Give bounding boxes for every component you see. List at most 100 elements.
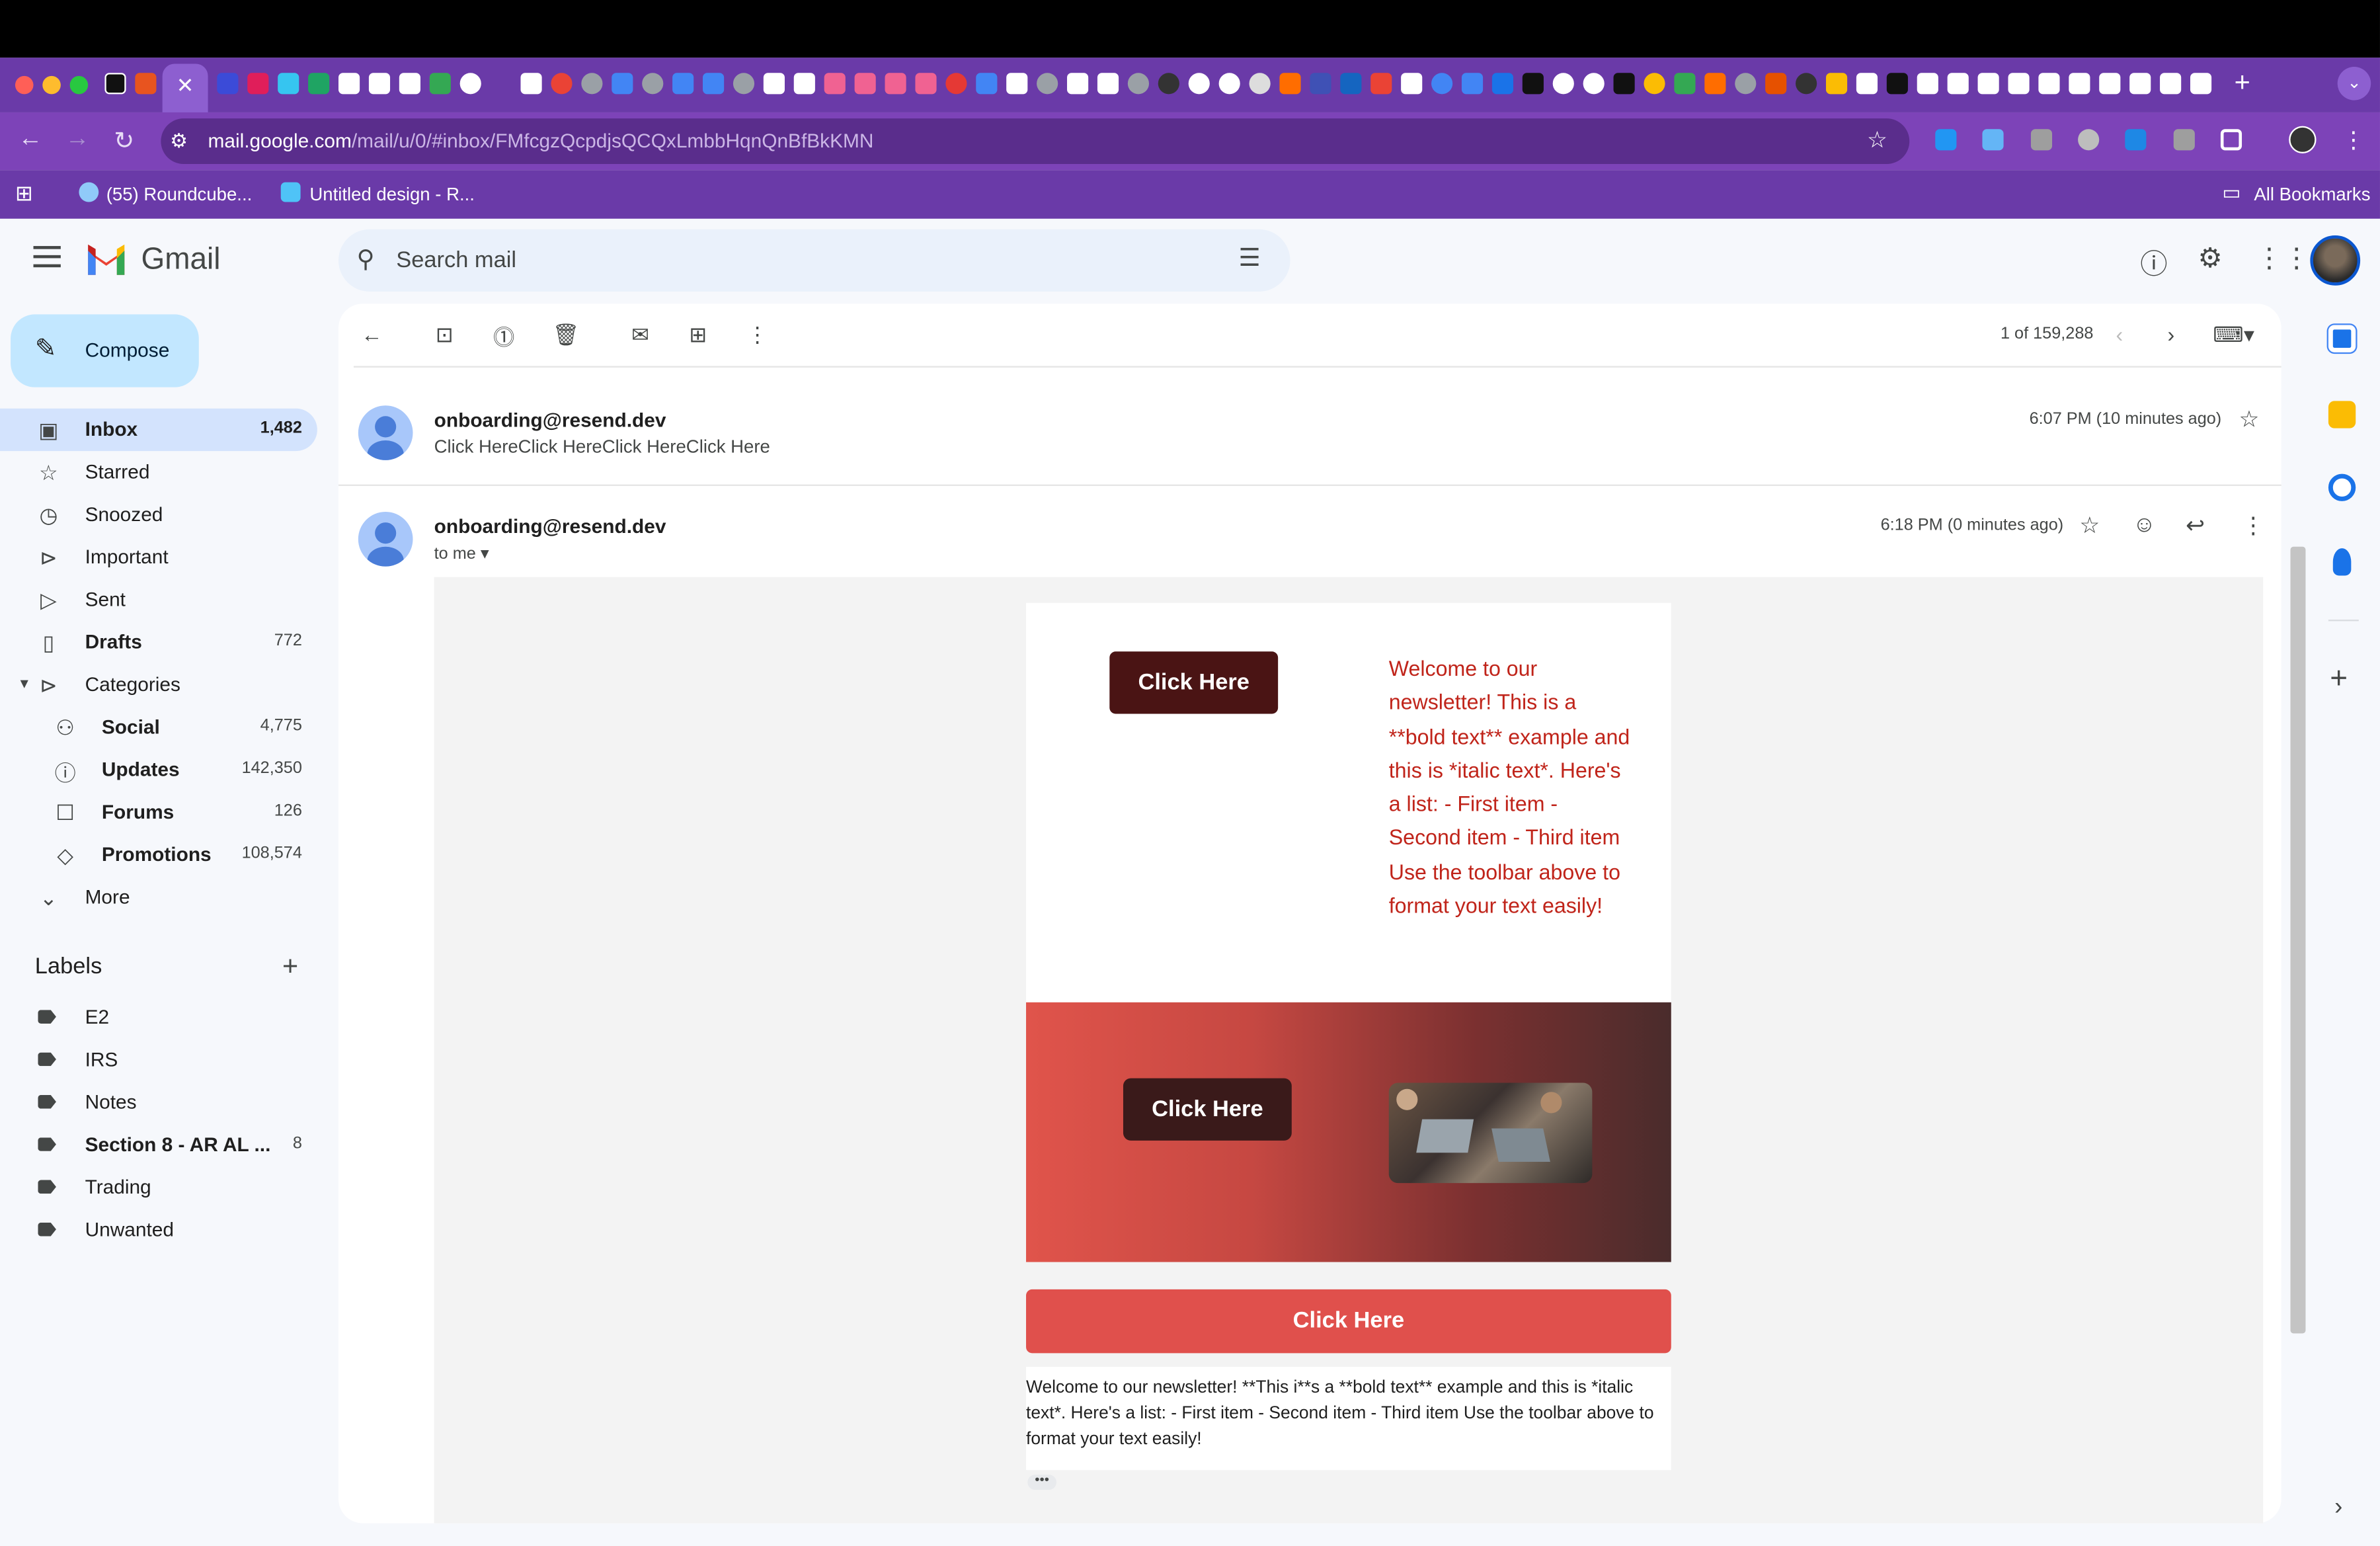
- tab-favicon[interactable]: [1583, 73, 1605, 95]
- click-here-button[interactable]: Click Here: [1026, 1289, 1671, 1354]
- reload-icon[interactable]: ↻: [114, 126, 134, 157]
- extension-icon[interactable]: [1935, 129, 1957, 151]
- tab-favicon[interactable]: [1158, 73, 1179, 95]
- tab-favicon[interactable]: [1613, 73, 1635, 95]
- sidebar-label-section-8[interactable]: Section 8 - AR AL ... 8: [0, 1124, 317, 1166]
- tab-favicon[interactable]: [1310, 73, 1331, 95]
- chevron-left-icon[interactable]: ‹: [2116, 322, 2123, 346]
- active-tab-close-button[interactable]: ✕: [162, 63, 208, 112]
- bookmark-untitled-design[interactable]: Untitled design - R...: [309, 184, 475, 205]
- get-addons-plus-icon[interactable]: +: [2330, 662, 2348, 697]
- tab-favicon[interactable]: [1037, 73, 1058, 95]
- message-sender[interactable]: onboarding@resend.dev: [434, 515, 666, 538]
- search-input[interactable]: [396, 239, 1186, 280]
- tab-favicon[interactable]: [1644, 73, 1665, 95]
- tab-favicon[interactable]: [1674, 73, 1696, 95]
- bookmark-star-icon[interactable]: ☆: [1867, 126, 1887, 153]
- search-icon[interactable]: ⚲: [357, 245, 375, 275]
- add-label-plus-icon[interactable]: +: [282, 951, 298, 983]
- sidebar-item-inbox[interactable]: ▣ Inbox 1,482: [0, 408, 317, 452]
- extension-icon[interactable]: [2078, 129, 2100, 151]
- extension-icon[interactable]: [2030, 129, 2053, 151]
- back-to-inbox-arrow-icon[interactable]: ←: [361, 322, 382, 346]
- sidebar-item-starred[interactable]: ☆ Starred: [0, 451, 317, 493]
- site-info-icon[interactable]: ⚙: [170, 129, 188, 153]
- tab-favicon[interactable]: [642, 73, 664, 95]
- sidebar-item-categories[interactable]: ▼ ⊳ Categories: [0, 664, 317, 706]
- tab-favicon[interactable]: [278, 73, 299, 95]
- tab-favicon[interactable]: [399, 73, 420, 95]
- sidebar-item-promotions[interactable]: ◇ Promotions 108,574: [0, 834, 317, 876]
- sidebar-item-important[interactable]: ⊳ Important: [0, 536, 317, 579]
- tab-favicon[interactable]: [217, 73, 239, 95]
- message-sender[interactable]: onboarding@resend.dev: [434, 409, 666, 431]
- calendar-icon[interactable]: [2328, 325, 2356, 352]
- tab-favicon[interactable]: [459, 73, 481, 95]
- emoji-reaction-icon[interactable]: ☺: [2133, 512, 2156, 538]
- extension-icon[interactable]: [2125, 129, 2147, 151]
- tab-favicon[interactable]: [1370, 73, 1392, 95]
- search-options-icon[interactable]: ☰: [1238, 243, 1260, 273]
- contacts-icon[interactable]: [2332, 548, 2352, 576]
- tab-favicon[interactable]: [581, 73, 603, 95]
- sidebar-item-forums[interactable]: ☐ Forums 126: [0, 792, 317, 834]
- tab-favicon[interactable]: [1886, 73, 1908, 95]
- tab-favicon[interactable]: [2038, 73, 2060, 95]
- tab-favicon[interactable]: [520, 73, 542, 95]
- tab-favicon[interactable]: [945, 73, 967, 95]
- browser-menu-icon[interactable]: ⋮: [2342, 126, 2365, 153]
- tab-favicon[interactable]: [1249, 73, 1271, 95]
- chevron-down-icon[interactable]: ▼: [12, 676, 36, 691]
- extension-icon[interactable]: [1982, 129, 2004, 151]
- tab-favicon[interactable]: [1127, 73, 1149, 95]
- tab-favicon[interactable]: [2129, 73, 2151, 95]
- account-avatar[interactable]: [2310, 235, 2361, 286]
- window-minimize-button[interactable]: [42, 75, 61, 95]
- tab-favicon[interactable]: [763, 73, 785, 95]
- tab-favicon[interactable]: [1067, 73, 1089, 95]
- sidebar-label-e2[interactable]: E2: [0, 997, 317, 1039]
- click-here-button[interactable]: Click Here: [1109, 651, 1279, 714]
- tab-favicon[interactable]: [1279, 73, 1301, 95]
- tab-favicon[interactable]: [2160, 73, 2182, 95]
- sidebar-item-snoozed[interactable]: ◷ Snoozed: [0, 493, 317, 536]
- extension-icon[interactable]: [2173, 129, 2195, 151]
- new-tab-button[interactable]: +: [2235, 67, 2250, 99]
- tab-favicon[interactable]: [104, 73, 126, 95]
- tab-favicon[interactable]: [1917, 73, 1938, 95]
- keep-notes-icon[interactable]: [2328, 401, 2356, 428]
- tab-favicon[interactable]: [976, 73, 998, 95]
- tab-favicon[interactable]: [2190, 73, 2212, 95]
- tab-favicon[interactable]: [824, 73, 846, 95]
- gmail-logo-icon[interactable]: [85, 243, 128, 276]
- keyboard-input-icon[interactable]: ⌨▾: [2213, 322, 2254, 348]
- tab-favicon[interactable]: [793, 73, 815, 95]
- tab-favicon[interactable]: [885, 73, 906, 95]
- tab-favicon[interactable]: [612, 73, 633, 95]
- scrollbar-thumb[interactable]: [2290, 546, 2306, 1334]
- message-snippet[interactable]: Click HereClick HereClick HereClick Here: [434, 436, 770, 457]
- sidebar-item-social[interactable]: ⚇ Social 4,775: [0, 706, 317, 749]
- google-apps-grid-icon[interactable]: ⋮⋮: [2256, 243, 2311, 274]
- more-options-icon[interactable]: ⋮: [2242, 512, 2264, 539]
- bookmark-roundcube[interactable]: (55) Roundcube...: [106, 184, 253, 205]
- tab-favicon[interactable]: [915, 73, 937, 95]
- sidebar-label-notes[interactable]: Notes: [0, 1081, 317, 1123]
- tab-favicon[interactable]: [1796, 73, 1817, 95]
- sidebar-label-unwanted[interactable]: Unwanted: [0, 1209, 317, 1251]
- tab-favicon[interactable]: [1006, 73, 1028, 95]
- report-spam-icon[interactable]: ⓵: [493, 322, 514, 352]
- tab-favicon[interactable]: [2099, 73, 2121, 95]
- show-trimmed-content-button[interactable]: •••: [1027, 1473, 1056, 1490]
- tab-favicon[interactable]: [1704, 73, 1726, 95]
- more-actions-icon[interactable]: ⋮: [747, 322, 768, 348]
- all-bookmarks-button[interactable]: All Bookmarks: [2254, 184, 2370, 205]
- tab-favicon[interactable]: [1491, 73, 1514, 95]
- delete-trash-icon[interactable]: 🗑︎: [553, 322, 580, 348]
- tab-favicon[interactable]: [733, 73, 755, 95]
- apps-grid-icon[interactable]: ⊞: [15, 181, 33, 206]
- tab-favicon[interactable]: [854, 73, 876, 95]
- gmail-wordmark[interactable]: Gmail: [141, 243, 221, 278]
- recipient-details-toggle[interactable]: to me ▾: [434, 544, 489, 564]
- tab-favicon[interactable]: [1765, 73, 1787, 95]
